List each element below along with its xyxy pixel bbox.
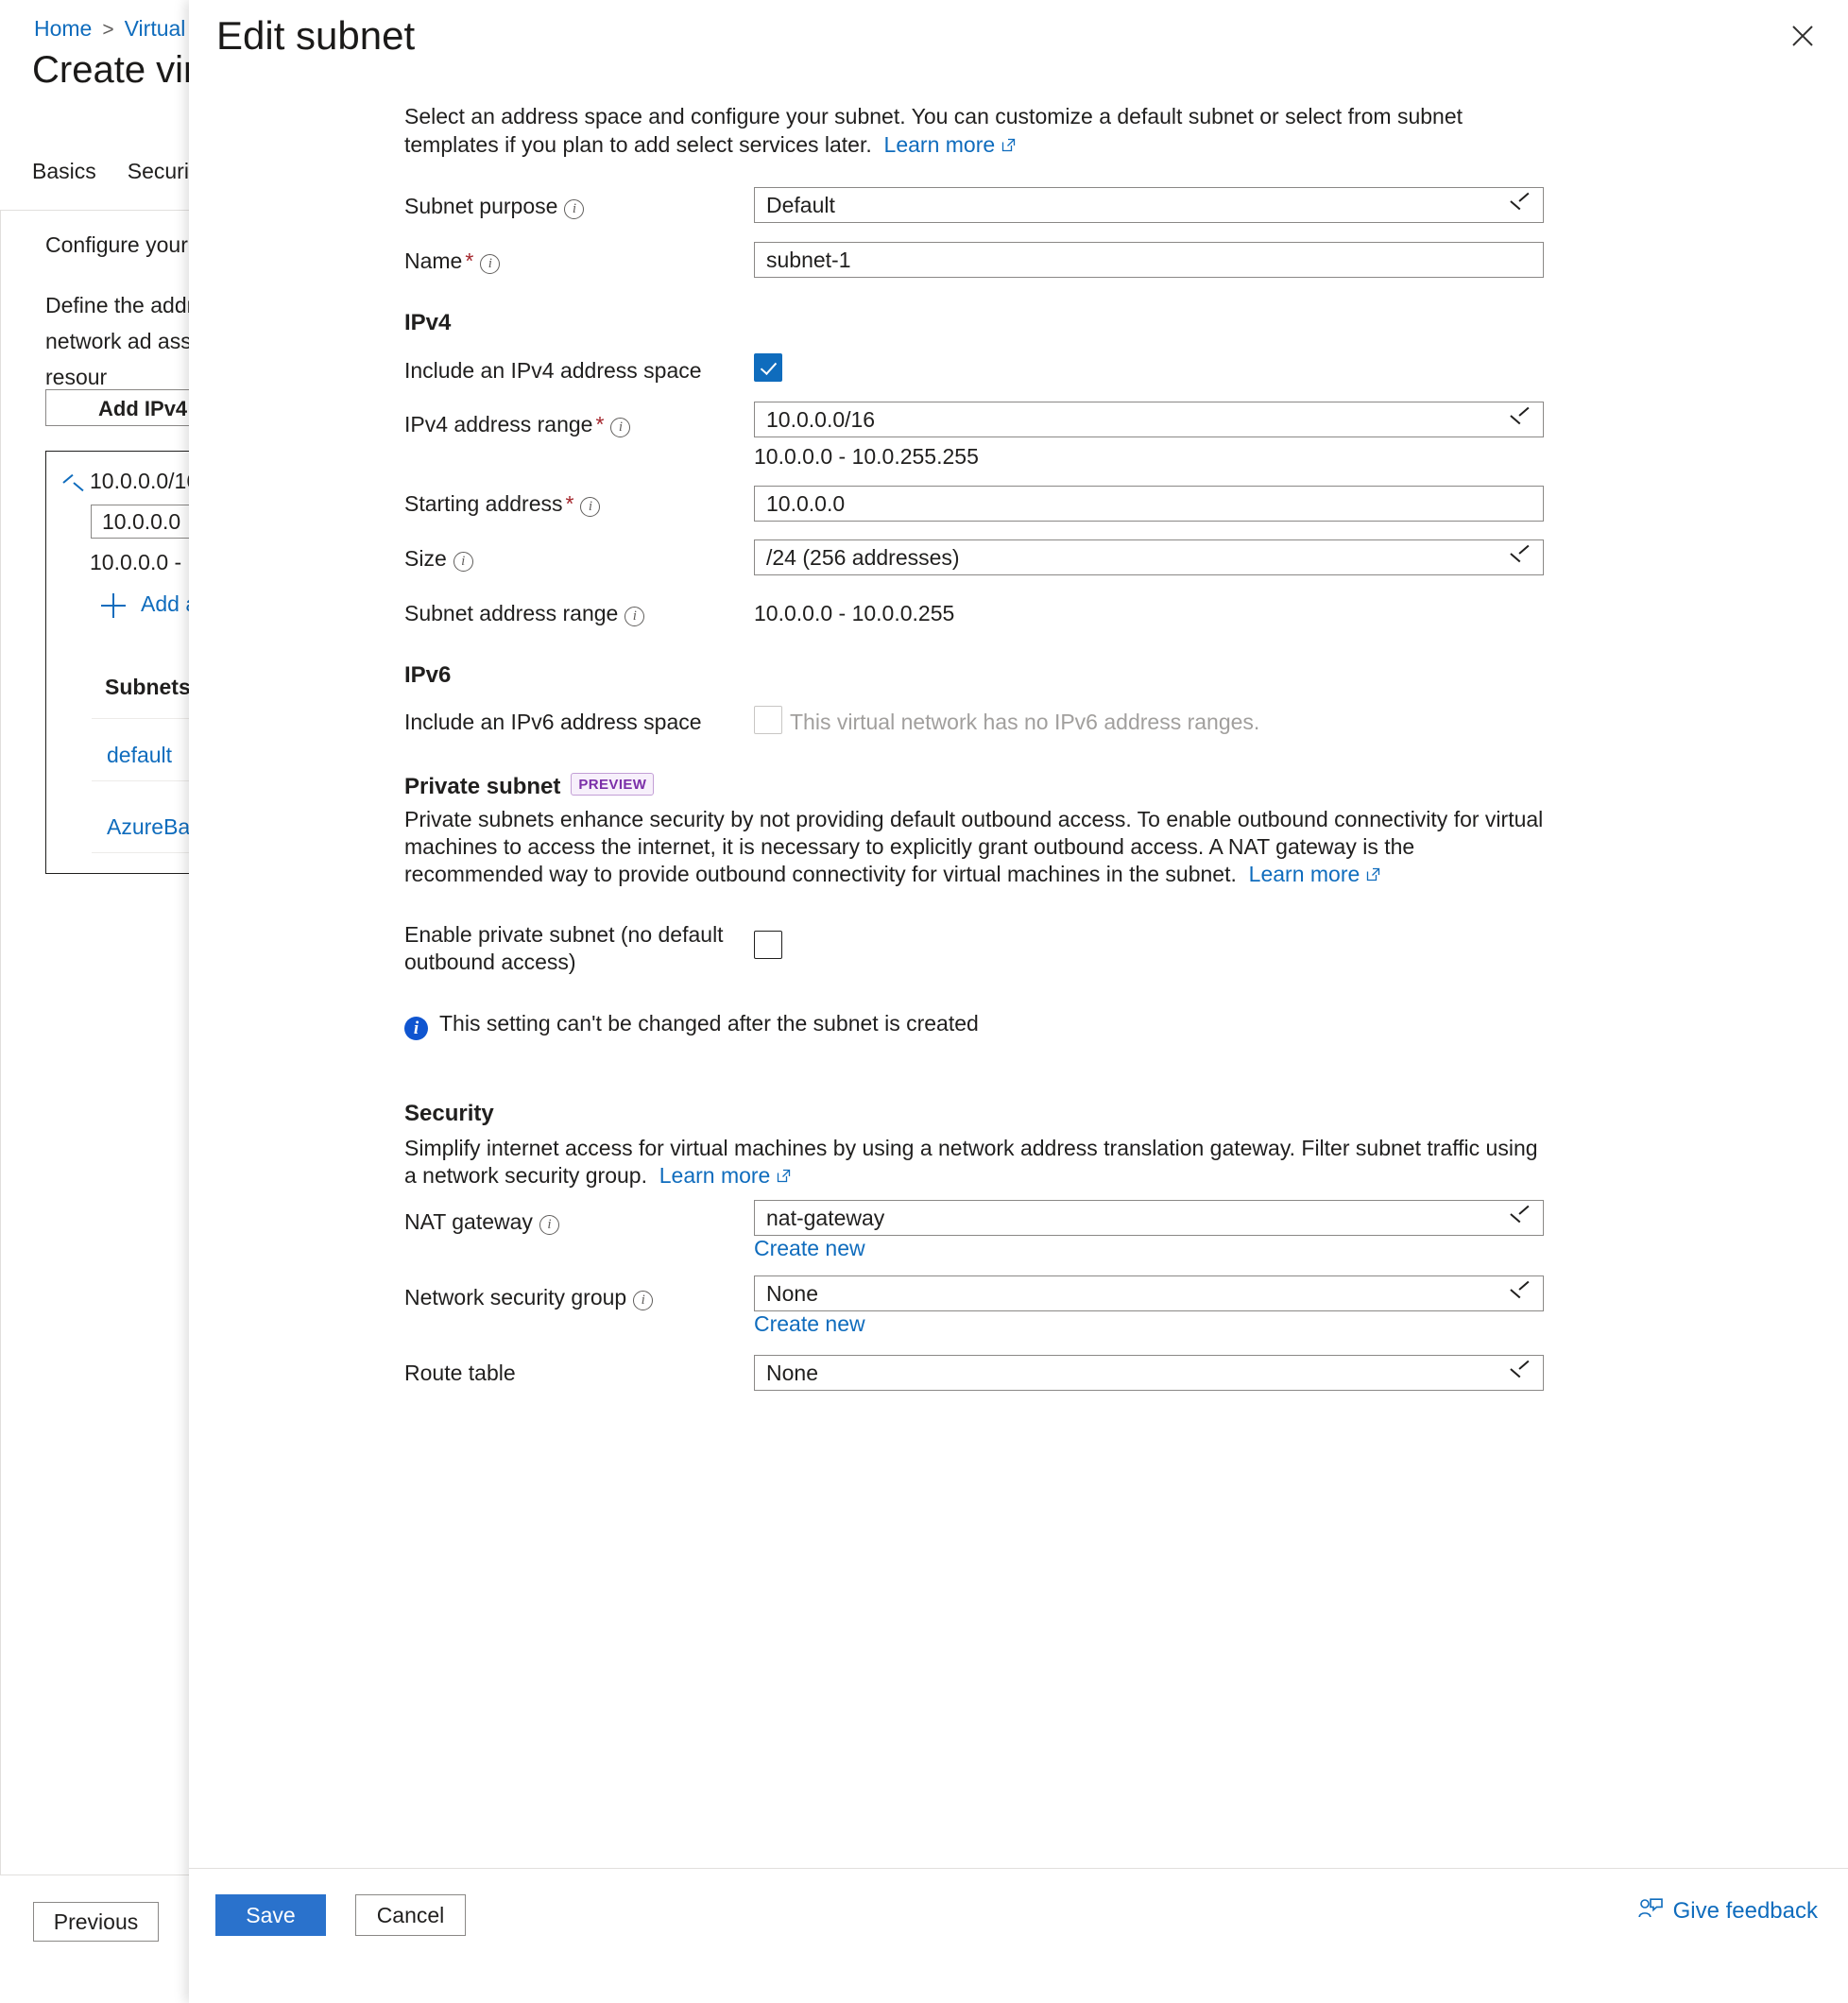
- starting-address-value: 10.0.0.0: [766, 491, 846, 516]
- starting-address-input[interactable]: 10.0.0.0: [754, 486, 1544, 522]
- give-feedback-label: Give feedback: [1672, 1898, 1818, 1924]
- ipv4-address-range-value: 10.0.0.0/16: [766, 407, 876, 432]
- private-subnet-info-note-text: This setting can't be changed after the …: [439, 1011, 979, 1036]
- required-asterisk: *: [595, 412, 605, 437]
- feedback-person-icon: [1637, 1898, 1663, 1918]
- preview-badge: PREVIEW: [571, 773, 655, 796]
- nat-gateway-select[interactable]: nat-gateway: [754, 1200, 1544, 1236]
- info-icon[interactable]: i: [610, 418, 631, 437]
- private-subnet-heading: Private subnet PREVIEW: [404, 773, 655, 800]
- private-subnet-paragraph: Private subnets enhance security by not …: [404, 806, 1546, 888]
- panel-title: Edit subnet: [216, 13, 416, 58]
- ipv4-heading: IPv4: [404, 310, 452, 335]
- external-link-icon: [1001, 131, 1017, 152]
- route-table-value: None: [766, 1361, 818, 1385]
- size-select[interactable]: /24 (256 addresses): [754, 539, 1544, 575]
- required-asterisk: *: [565, 491, 574, 516]
- info-icon[interactable]: i: [580, 497, 601, 517]
- subnets-header: Subnets: [105, 675, 191, 699]
- chevron-down-icon: [1511, 1213, 1528, 1223]
- content-left-rail: [0, 210, 1, 1875]
- include-ipv6-label: Include an IPv6 address space: [404, 710, 702, 734]
- subnet-address-range-value: 10.0.0.0 - 10.0.0.255: [754, 601, 955, 625]
- nat-gateway-create-new-link[interactable]: Create new: [754, 1236, 865, 1261]
- security-learn-more-link[interactable]: Learn more: [659, 1163, 793, 1188]
- subnet-link-default[interactable]: default: [107, 743, 172, 768]
- ipv4-address-range-helper: 10.0.0.0 - 10.0.255.255: [754, 444, 979, 469]
- private-subnet-learn-more-link[interactable]: Learn more: [1249, 862, 1382, 886]
- panel-description: Select an address space and configure yo…: [404, 102, 1548, 159]
- info-icon[interactable]: i: [633, 1291, 654, 1310]
- chevron-down-icon: [1511, 1368, 1528, 1378]
- security-heading: Security: [404, 1101, 494, 1126]
- description-learn-more-link[interactable]: Learn more: [884, 132, 1018, 157]
- info-icon[interactable]: i: [453, 552, 473, 572]
- edit-subnet-panel: Edit subnet Select an address space and …: [189, 0, 1848, 2003]
- chevron-down-icon: [1511, 200, 1528, 210]
- chevron-down-icon: [1511, 1289, 1528, 1298]
- network-security-group-select[interactable]: None: [754, 1275, 1544, 1311]
- panel-footer: Save Cancel Give feedback: [189, 1868, 1848, 2003]
- close-icon[interactable]: [1782, 15, 1823, 57]
- enable-private-subnet-checkbox[interactable]: [754, 931, 782, 959]
- required-asterisk: *: [465, 248, 474, 273]
- plus-icon[interactable]: [101, 593, 126, 618]
- private-subnet-info-note: i This setting can't be changed after the…: [404, 1011, 979, 1040]
- address-space-cidr: 10.0.0.0/16: [90, 469, 199, 493]
- subnet-address-range-label: Subnet address range i: [404, 601, 645, 626]
- info-icon[interactable]: i: [539, 1215, 559, 1235]
- breadcrumb: Home > Virtual n: [34, 13, 204, 45]
- ipv4-address-range-select[interactable]: 10.0.0.0/16: [754, 402, 1544, 437]
- chevron-down-icon: [1511, 553, 1528, 562]
- page-title: Create virt: [32, 49, 207, 91]
- subnet-purpose-select[interactable]: Default: [754, 187, 1544, 223]
- save-button[interactable]: Save: [215, 1894, 326, 1936]
- cancel-button[interactable]: Cancel: [355, 1894, 466, 1936]
- starting-address-label: Starting address * i: [404, 491, 601, 517]
- enable-private-subnet-label: Enable private subnet (no default outbou…: [404, 922, 724, 974]
- network-security-group-label: Network security group i: [404, 1285, 654, 1310]
- size-label: Size i: [404, 546, 473, 572]
- include-ipv4-label: Include an IPv4 address space: [404, 358, 702, 383]
- breadcrumb-home[interactable]: Home: [34, 16, 92, 41]
- ipv6-disabled-note: This virtual network has no IPv6 address…: [790, 710, 1260, 734]
- security-paragraph-text: Simplify internet access for virtual mac…: [404, 1136, 1538, 1188]
- ipv4-address-range-label: IPv4 address range * i: [404, 412, 631, 437]
- subnet-purpose-label: Subnet purpose i: [404, 194, 585, 219]
- breadcrumb-separator-icon: >: [102, 19, 114, 41]
- edit-subnet-panel-body: Edit subnet Select an address space and …: [189, 0, 1848, 1869]
- size-value: /24 (256 addresses): [766, 545, 960, 570]
- route-table-label: Route table: [404, 1361, 516, 1385]
- tab-basics[interactable]: Basics: [32, 159, 96, 184]
- info-icon[interactable]: i: [480, 254, 501, 274]
- external-link-icon: [1365, 862, 1381, 882]
- network-security-group-value: None: [766, 1281, 818, 1306]
- give-feedback-link[interactable]: Give feedback: [1637, 1897, 1818, 1925]
- nat-gateway-label: NAT gateway i: [404, 1209, 559, 1235]
- name-value: subnet-1: [766, 248, 851, 272]
- ipv6-heading: IPv6: [404, 662, 452, 688]
- network-security-group-create-new-link[interactable]: Create new: [754, 1311, 865, 1337]
- include-ipv6-checkbox: [754, 706, 782, 734]
- info-icon[interactable]: i: [625, 607, 645, 626]
- chevron-down-icon: [1511, 415, 1528, 424]
- subnet-purpose-value: Default: [766, 193, 835, 217]
- nat-gateway-value: nat-gateway: [766, 1206, 885, 1230]
- name-input[interactable]: subnet-1: [754, 242, 1544, 278]
- info-icon[interactable]: i: [564, 199, 585, 219]
- previous-button[interactable]: Previous: [33, 1902, 159, 1942]
- name-label: Name * i: [404, 248, 501, 274]
- info-circle-icon: i: [404, 1017, 428, 1040]
- external-link-icon: [776, 1163, 792, 1183]
- include-ipv4-checkbox[interactable]: [754, 353, 782, 382]
- route-table-select[interactable]: None: [754, 1355, 1544, 1391]
- security-paragraph: Simplify internet access for virtual mac…: [404, 1135, 1546, 1190]
- chevron-up-icon[interactable]: [63, 476, 82, 488]
